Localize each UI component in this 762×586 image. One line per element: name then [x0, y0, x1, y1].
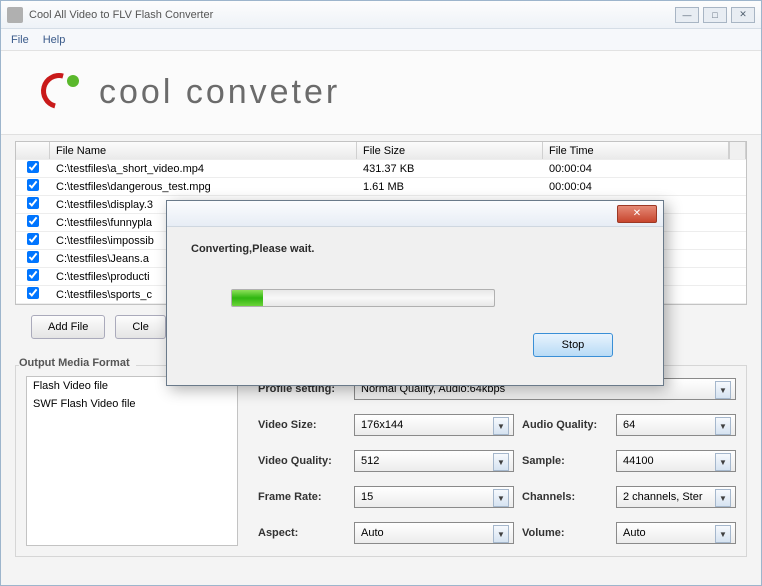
output-group-label: Output Media Format	[19, 357, 136, 369]
modal-overlay: ✕ Converting,Please wait. Stop	[0, 0, 762, 586]
dialog-close-button[interactable]: ✕	[617, 205, 657, 223]
dialog-titlebar[interactable]: ✕	[167, 201, 663, 227]
progress-bar	[231, 289, 495, 307]
dialog-message: Converting,Please wait.	[191, 243, 639, 255]
converting-dialog: ✕ Converting,Please wait. Stop	[166, 200, 664, 386]
stop-button[interactable]: Stop	[533, 333, 613, 357]
progress-fill	[232, 290, 263, 306]
